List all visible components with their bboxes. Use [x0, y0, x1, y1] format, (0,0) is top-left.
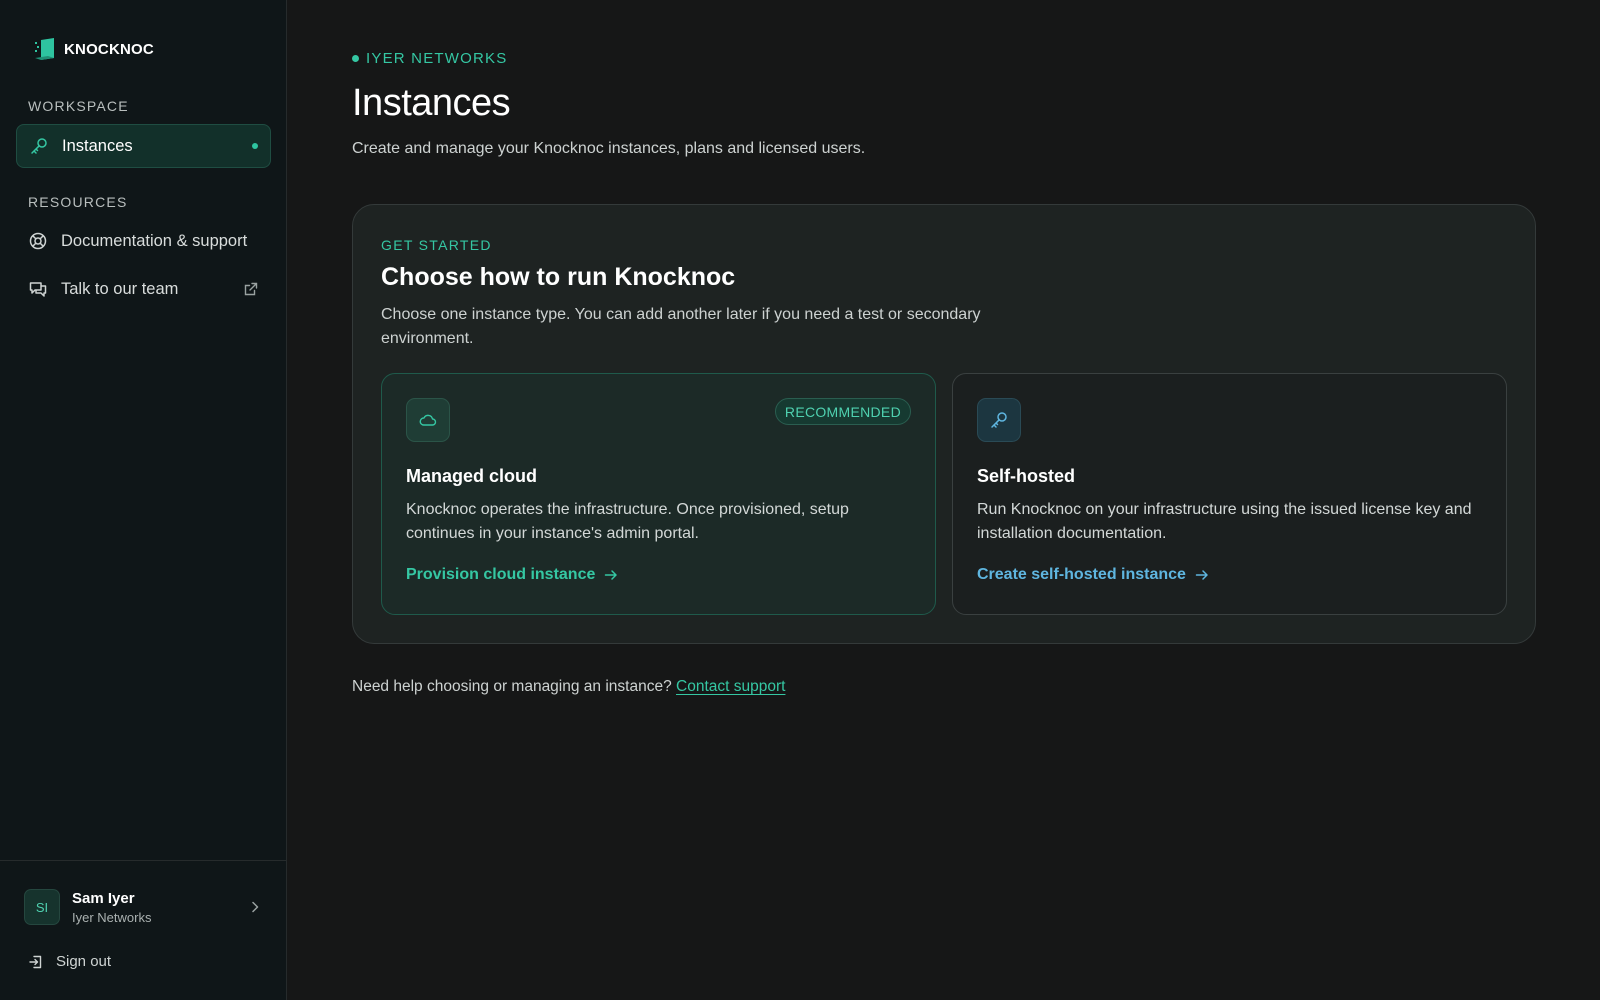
sign-out-button[interactable]: Sign out [28, 953, 111, 970]
card-description: Run Knocknoc on your infrastructure usin… [977, 501, 1472, 542]
sidebar-item-label: Documentation & support [61, 231, 248, 250]
arrow-right-icon [1194, 567, 1210, 583]
card-description: Knocknoc operates the infrastructure. On… [406, 501, 849, 542]
page-title: Instances [352, 82, 511, 124]
user-menu[interactable]: SI Sam Iyer Iyer Networks [24, 887, 263, 927]
chevron-right-icon [252, 901, 259, 913]
help-text-label: Need help choosing or managing an instan… [352, 678, 672, 695]
org-tag-dot [352, 55, 359, 62]
link-label: Create self-hosted instance [977, 566, 1186, 583]
sidebar-item-label: Talk to our team [61, 279, 179, 298]
recommended-badge: RECOMMENDED [774, 398, 911, 425]
card-title: Managed cloud [406, 466, 538, 486]
self-hosted-card[interactable]: Self-hosted Run Knocknoc on your infrast… [952, 373, 1507, 615]
sidebar: KNOCKNOC WORKSPACE Instances RESOURCES D… [0, 0, 287, 1000]
sidebar-footer: SI Sam Iyer Iyer Networks Sign out [0, 860, 287, 1000]
card-title: Self-hosted [977, 466, 1076, 486]
provision-cloud-instance-link[interactable]: Provision cloud instance [406, 566, 619, 584]
panel-title: Choose how to run Knocknoc [381, 263, 736, 291]
brand-name: KNOCKNOC [64, 40, 154, 58]
org-tag: IYER NETWORKS [352, 50, 507, 67]
knocknoc-logo-icon [35, 38, 54, 60]
key-icon [977, 398, 1021, 442]
resources-section-label: RESOURCES [28, 194, 128, 210]
org-tag-label: IYER NETWORKS [366, 50, 508, 67]
help-text: Need help choosing or managing an instan… [352, 678, 785, 696]
key-icon [29, 136, 49, 156]
sign-out-icon [28, 954, 44, 970]
brand-logo[interactable]: KNOCKNOC [32, 36, 154, 62]
panel-description: Choose one instance type. You can add an… [381, 306, 981, 347]
create-self-hosted-instance-link[interactable]: Create self-hosted instance [977, 566, 1210, 584]
user-org: Iyer Networks [72, 909, 152, 925]
external-link-icon [244, 282, 258, 296]
sign-out-label: Sign out [56, 953, 112, 970]
sidebar-item-label: Instances [62, 136, 133, 155]
user-name: Sam Iyer [72, 889, 135, 907]
arrow-right-icon [603, 567, 619, 583]
sidebar-item-instances[interactable]: Instances [16, 124, 271, 168]
contact-support-link[interactable]: Contact support [676, 678, 785, 695]
avatar: SI [24, 889, 60, 925]
sidebar-item-talk-to-team[interactable]: Talk to our team [16, 267, 271, 311]
workspace-section-label: WORKSPACE [28, 98, 129, 114]
managed-cloud-card[interactable]: RECOMMENDED Managed cloud Knocknoc opera… [381, 373, 936, 615]
active-indicator-dot [252, 143, 258, 149]
lifebuoy-icon [28, 231, 48, 251]
sidebar-item-documentation[interactable]: Documentation & support [16, 219, 271, 263]
cloud-icon [406, 398, 450, 442]
link-label: Provision cloud instance [406, 566, 596, 583]
panel-eyebrow: GET STARTED [381, 237, 492, 253]
page-subtitle: Create and manage your Knocknoc instance… [352, 140, 866, 157]
chat-icon [28, 279, 48, 299]
get-started-panel: GET STARTED Choose how to run Knocknoc C… [352, 204, 1536, 644]
